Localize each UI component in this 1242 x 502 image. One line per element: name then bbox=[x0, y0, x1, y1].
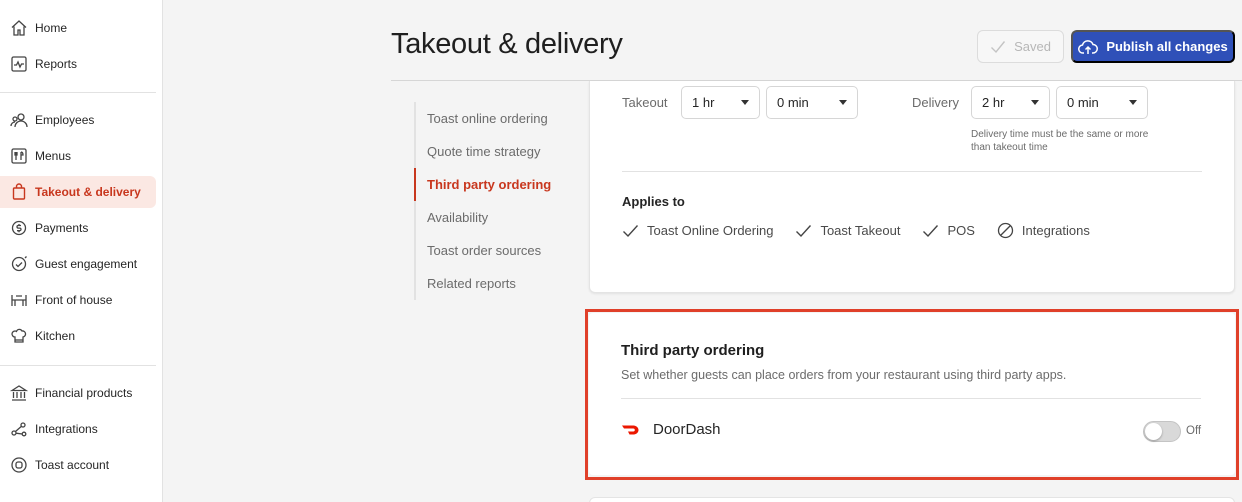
section-link-toast-online-ordering[interactable]: Toast online ordering bbox=[414, 102, 574, 135]
applies-to-label: POS bbox=[947, 223, 975, 238]
publish-all-changes-button[interactable]: Publish all changes bbox=[1071, 30, 1235, 63]
sidebar-item-label: Employees bbox=[35, 113, 95, 127]
applies-to-label: Toast Online Ordering bbox=[647, 223, 774, 238]
sidebar-item-toast-account[interactable]: Toast account bbox=[0, 449, 156, 481]
check-icon bbox=[623, 224, 639, 237]
sidebar-item-takeout-delivery[interactable]: Takeout & delivery bbox=[0, 176, 156, 208]
payments-icon bbox=[10, 219, 28, 237]
not-applicable-icon bbox=[997, 222, 1014, 239]
applies-to-item: Toast Takeout bbox=[795, 223, 900, 238]
sidebar-item-financial-products[interactable]: Financial products bbox=[0, 377, 156, 409]
section-link-third-party-ordering[interactable]: Third party ordering bbox=[414, 168, 574, 201]
chevron-down-icon bbox=[1129, 100, 1137, 105]
integrations-icon bbox=[10, 420, 28, 438]
chevron-down-icon bbox=[741, 100, 749, 105]
chef-hat-icon bbox=[10, 327, 28, 345]
sidebar-item-reports[interactable]: Reports bbox=[0, 48, 156, 80]
next-card-edge bbox=[589, 497, 1235, 502]
sidebar-divider bbox=[0, 92, 156, 93]
sidebar-item-label: Reports bbox=[35, 57, 78, 71]
guest-engagement-icon bbox=[10, 255, 28, 273]
section-link-availability[interactable]: Availability bbox=[414, 201, 574, 234]
saved-label: Saved bbox=[1014, 39, 1051, 54]
delivery-minutes-value: 0 min bbox=[1067, 95, 1099, 110]
sidebar-item-label: Financial products bbox=[35, 386, 133, 400]
chevron-down-icon bbox=[1031, 100, 1039, 105]
sidebar-item-label: Front of house bbox=[35, 293, 113, 307]
sidebar-item-label: Home bbox=[35, 21, 68, 35]
takeout-minutes-select[interactable]: 0 min bbox=[766, 86, 858, 119]
sidebar-divider bbox=[0, 365, 156, 366]
sidebar-item-label: Kitchen bbox=[35, 329, 76, 343]
delivery-hours-select[interactable]: 2 hr bbox=[971, 86, 1050, 119]
delivery-label: Delivery bbox=[912, 95, 959, 110]
sidebar: Home Reports Employees Menus Takeout & d… bbox=[0, 0, 163, 502]
cloud-upload-icon bbox=[1078, 39, 1099, 54]
applies-to-item: POS bbox=[922, 223, 975, 238]
sidebar-item-label: Toast account bbox=[35, 458, 110, 472]
takeout-bag-icon bbox=[10, 183, 28, 201]
sidebar-item-menus[interactable]: Menus bbox=[0, 140, 156, 172]
applies-to-list: Toast Online Ordering Toast Takeout POS … bbox=[622, 222, 1112, 239]
sidebar-item-payments[interactable]: Payments bbox=[0, 212, 156, 244]
employees-icon bbox=[10, 111, 28, 129]
takeout-minutes-value: 0 min bbox=[777, 95, 809, 110]
front-of-house-icon bbox=[10, 291, 28, 309]
applies-to-item: Toast Online Ordering bbox=[622, 223, 773, 238]
publish-label: Publish all changes bbox=[1106, 39, 1228, 54]
sidebar-item-guest-engagement[interactable]: Guest engagement bbox=[0, 248, 156, 280]
sidebar-item-label: Menus bbox=[35, 149, 72, 163]
sidebar-item-front-of-house[interactable]: Front of house bbox=[0, 284, 156, 316]
takeout-label: Takeout bbox=[622, 95, 668, 110]
chevron-down-icon bbox=[839, 100, 847, 105]
menus-icon bbox=[10, 147, 28, 165]
card-divider bbox=[622, 171, 1202, 172]
takeout-hours-value: 1 hr bbox=[692, 95, 715, 110]
check-icon bbox=[923, 224, 939, 237]
section-link-quote-time-strategy[interactable]: Quote time strategy bbox=[414, 135, 574, 168]
saved-button[interactable]: Saved bbox=[977, 30, 1064, 63]
home-icon bbox=[10, 19, 28, 37]
check-icon bbox=[796, 224, 812, 237]
delivery-hours-value: 2 hr bbox=[982, 95, 1005, 110]
sidebar-item-kitchen[interactable]: Kitchen bbox=[0, 320, 156, 352]
sidebar-item-home[interactable]: Home bbox=[0, 12, 156, 44]
sidebar-item-label: Guest engagement bbox=[35, 257, 138, 271]
page-title: Takeout & delivery bbox=[391, 28, 623, 60]
sidebar-item-employees[interactable]: Employees bbox=[0, 104, 156, 136]
applies-to-title: Applies to bbox=[622, 194, 685, 209]
sidebar-item-label: Takeout & delivery bbox=[35, 185, 141, 199]
applies-to-label: Toast Takeout bbox=[820, 223, 901, 238]
applies-to-label: Integrations bbox=[1021, 223, 1090, 238]
check-icon bbox=[991, 40, 1006, 53]
highlight-box bbox=[585, 309, 1239, 480]
section-nav: Toast online ordering Quote time strateg… bbox=[414, 102, 574, 300]
delivery-minutes-select[interactable]: 0 min bbox=[1056, 86, 1148, 119]
takeout-hours-select[interactable]: 1 hr bbox=[681, 86, 760, 119]
applies-to-item: Integrations bbox=[997, 222, 1090, 239]
toast-account-icon bbox=[10, 456, 28, 474]
section-link-toast-order-sources[interactable]: Toast order sources bbox=[414, 234, 574, 267]
reports-icon bbox=[10, 55, 28, 73]
sidebar-item-label: Integrations bbox=[35, 422, 98, 436]
quote-time-card: Takeout 1 hr 0 min Delivery 2 hr 0 min D… bbox=[589, 81, 1235, 293]
section-link-related-reports[interactable]: Related reports bbox=[414, 267, 574, 300]
sidebar-item-integrations[interactable]: Integrations bbox=[0, 413, 156, 445]
sidebar-item-label: Payments bbox=[35, 221, 89, 235]
bank-icon bbox=[10, 384, 28, 402]
delivery-time-hint: Delivery time must be the same or more t… bbox=[971, 129, 1149, 153]
